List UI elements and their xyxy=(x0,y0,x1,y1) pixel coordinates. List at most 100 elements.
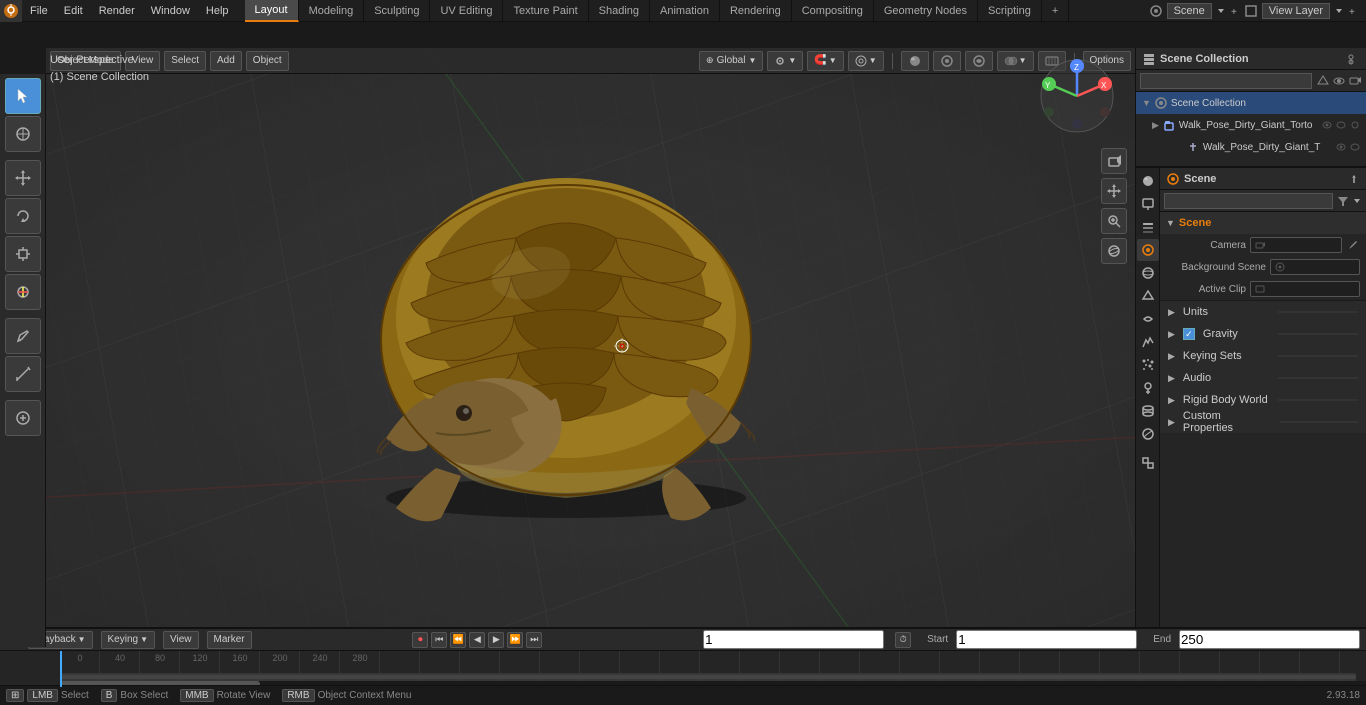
outliner-search[interactable] xyxy=(1140,73,1312,89)
transform-tool[interactable] xyxy=(5,274,41,310)
step-back-btn[interactable]: ⏪ xyxy=(450,632,466,648)
annotate-tool[interactable] xyxy=(5,318,41,354)
active-clip-value[interactable] xyxy=(1250,281,1360,297)
workspace-tab-texture[interactable]: Texture Paint xyxy=(503,0,588,22)
outliner-sort-icon[interactable] xyxy=(1316,74,1330,88)
scene-name[interactable]: Scene xyxy=(1167,3,1212,19)
viewport-object-menu[interactable]: Object xyxy=(246,51,289,71)
record-btn[interactable]: ⏺ xyxy=(412,632,428,648)
render-menu[interactable]: Render xyxy=(91,0,143,22)
proportional-edit[interactable]: ▼ xyxy=(848,51,884,71)
viewport-shading-solid[interactable] xyxy=(901,51,929,71)
play-btn[interactable]: ▶ xyxy=(488,632,504,648)
rotate-tool[interactable] xyxy=(5,198,41,234)
gravity-section[interactable]: ▶ ✓ Gravity xyxy=(1160,323,1366,345)
view-layer-add-icon[interactable]: + xyxy=(1348,6,1358,16)
audio-section[interactable]: ▶ Audio xyxy=(1160,367,1366,389)
prop-pin-icon[interactable] xyxy=(1348,173,1360,185)
camera-value[interactable] xyxy=(1250,237,1342,253)
item0-hide[interactable] xyxy=(1336,120,1346,130)
prop-tab-render[interactable] xyxy=(1137,170,1159,192)
item0-render[interactable] xyxy=(1350,120,1360,130)
viewport-3d[interactable]: Object Mode View Select Add Object ⊕ Glo… xyxy=(46,48,1135,647)
camera-edit-icon[interactable] xyxy=(1346,238,1360,252)
keying-sets-section[interactable]: ▶ Keying Sets xyxy=(1160,345,1366,367)
prop-tab-particles[interactable] xyxy=(1137,354,1159,376)
help-menu[interactable]: Help xyxy=(198,0,237,22)
prop-tab-physics[interactable] xyxy=(1137,377,1159,399)
current-frame-input[interactable]: 1 xyxy=(703,630,884,649)
prop-tab-output[interactable] xyxy=(1137,193,1159,215)
outliner-item-0[interactable]: ▶ Walk_Pose_Dirty_Giant_Torto xyxy=(1136,114,1366,136)
custom-properties-section[interactable]: ▶ Custom Properties xyxy=(1160,411,1366,433)
marker-menu[interactable]: Marker xyxy=(207,631,252,649)
workspace-tab-geometry[interactable]: Geometry Nodes xyxy=(874,0,978,22)
prop-tab-object[interactable] xyxy=(1137,285,1159,307)
workspace-tab-rendering[interactable]: Rendering xyxy=(720,0,792,22)
pan-view-btn[interactable] xyxy=(1101,178,1127,204)
rigid-body-world-section[interactable]: ▶ Rigid Body World xyxy=(1160,389,1366,411)
prop-filter-icon[interactable] xyxy=(1336,194,1350,208)
prop-tab-material[interactable] xyxy=(1137,423,1159,445)
prop-tab-world[interactable] xyxy=(1137,262,1159,284)
file-menu[interactable]: File xyxy=(22,0,56,22)
viewport-shading-material[interactable] xyxy=(933,51,961,71)
item1-visibility[interactable] xyxy=(1336,142,1346,152)
play-reverse-btn[interactable]: ◀ xyxy=(469,632,485,648)
edit-menu[interactable]: Edit xyxy=(56,0,91,22)
item0-visibility[interactable] xyxy=(1322,120,1332,130)
pivot-point[interactable]: ▼ xyxy=(767,51,803,71)
prop-tab-object-data[interactable] xyxy=(1137,452,1159,474)
viewport-select-menu[interactable]: Select xyxy=(164,51,206,71)
jump-start-btn[interactable]: ⏮ xyxy=(431,632,447,648)
orbit-view-btn[interactable] xyxy=(1101,238,1127,264)
playback-speed-btn[interactable]: ⏱ xyxy=(895,632,911,648)
workspace-tab-shading[interactable]: Shading xyxy=(589,0,650,22)
workspace-tab-add[interactable]: + xyxy=(1042,0,1069,22)
scale-tool[interactable] xyxy=(5,236,41,272)
scene-add-icon[interactable]: + xyxy=(1230,6,1240,16)
outliner-eye-icon[interactable] xyxy=(1332,74,1346,88)
move-tool[interactable] xyxy=(5,160,41,196)
timeline-ruler[interactable]: 0 40 80 120 160 200 240 280 xyxy=(0,651,1366,687)
view-layer-name[interactable]: View Layer xyxy=(1262,3,1330,19)
window-menu[interactable]: Window xyxy=(143,0,198,22)
outliner-item-scene-collection[interactable]: ▼ Scene Collection xyxy=(1136,92,1366,114)
background-scene-value[interactable] xyxy=(1270,259,1360,275)
workspace-tab-uv[interactable]: UV Editing xyxy=(430,0,503,22)
navigation-gizmo[interactable]: Z X Y xyxy=(1037,56,1127,146)
prop-tab-constraints[interactable] xyxy=(1137,308,1159,330)
properties-search[interactable] xyxy=(1164,193,1333,209)
prop-tab-view-layer[interactable] xyxy=(1137,216,1159,238)
camera-view-btn[interactable] xyxy=(1101,148,1127,174)
outliner-camera-icon[interactable] xyxy=(1348,74,1362,88)
prop-tab-modifier[interactable] xyxy=(1137,331,1159,353)
viewport-add-menu[interactable]: Add xyxy=(210,51,242,71)
item1-hide[interactable] xyxy=(1350,142,1360,152)
scene-section-header[interactable]: ▼ Scene xyxy=(1160,212,1366,234)
cursor-tool[interactable] xyxy=(5,116,41,152)
viewport-shading-rendered[interactable] xyxy=(965,51,993,71)
workspace-tab-sculpting[interactable]: Sculpting xyxy=(364,0,430,22)
transform-orientation[interactable]: ⊕ Global ▼ xyxy=(699,51,763,71)
gravity-checkbox[interactable]: ✓ xyxy=(1183,328,1195,340)
scene-dropdown-icon[interactable] xyxy=(1216,6,1226,16)
jump-end-btn[interactable]: ⏭ xyxy=(526,632,542,648)
add-tool[interactable] xyxy=(5,400,41,436)
start-frame-input[interactable]: 1 xyxy=(956,630,1137,649)
workspace-tab-scripting[interactable]: Scripting xyxy=(978,0,1042,22)
snap-toggle[interactable]: 🧲▼ xyxy=(807,51,843,71)
view-layer-dropdown-icon[interactable] xyxy=(1334,6,1344,16)
units-section[interactable]: ▶ Units xyxy=(1160,301,1366,323)
zoom-view-btn[interactable] xyxy=(1101,208,1127,234)
viewport-overlay[interactable]: ▼ xyxy=(997,51,1034,71)
measure-tool[interactable] xyxy=(5,356,41,392)
step-forward-btn[interactable]: ⏩ xyxy=(507,632,523,648)
view-menu-timeline[interactable]: View xyxy=(163,631,199,649)
prop-tab-scene[interactable] xyxy=(1137,239,1159,261)
outliner-item-1[interactable]: ▶ Walk_Pose_Dirty_Giant_T xyxy=(1136,136,1366,158)
workspace-tab-animation[interactable]: Animation xyxy=(650,0,720,22)
prop-expand-icon[interactable] xyxy=(1352,196,1362,206)
select-tool[interactable] xyxy=(5,78,41,114)
prop-tab-data[interactable] xyxy=(1137,400,1159,422)
